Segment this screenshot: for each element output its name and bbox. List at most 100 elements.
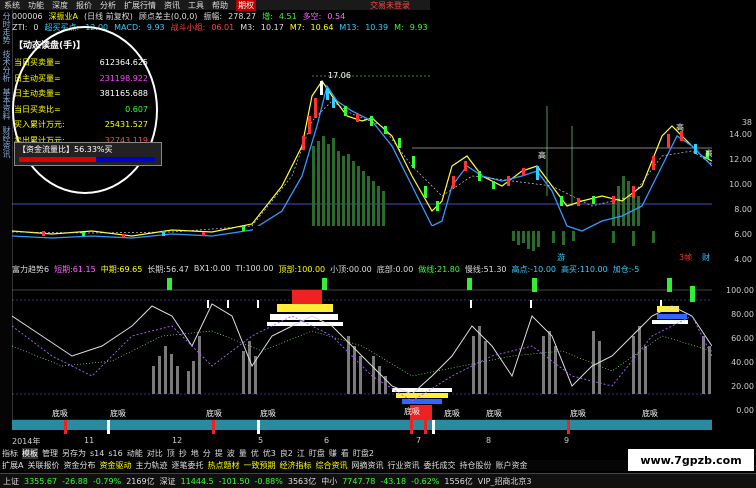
ext-tab[interactable]: 逐笔委托 [171, 460, 203, 471]
ind-value: 100.00 [245, 264, 274, 273]
ext-tab[interactable]: 热点题材 [207, 460, 239, 471]
ext-tab[interactable]: 主力轨迹 [135, 460, 167, 471]
toolbar-item[interactable]: 地 [191, 448, 199, 459]
ext-tab[interactable]: 资金分布 [63, 460, 95, 471]
ind-label: 做线: [418, 265, 437, 274]
ext-tab[interactable]: 综合资讯 [315, 460, 347, 471]
toolbar-item[interactable]: 对比 [147, 448, 163, 459]
ext-tab[interactable]: 持仓股份 [459, 460, 491, 471]
stock-code: 000006 [12, 12, 43, 21]
toolbar-item[interactable]: 提 [215, 448, 223, 459]
menu-item-help[interactable]: 帮助 [212, 0, 228, 11]
ind-histogram [152, 326, 711, 394]
ext-tab[interactable]: 资金驱动 [99, 460, 131, 471]
sidebar-tab-technical[interactable]: 技术分析 [1, 50, 11, 82]
high-price-label: 17.06 [328, 71, 351, 80]
high-marker-label: 高 [676, 122, 684, 132]
toolbar-item[interactable]: 盯盘 [309, 448, 325, 459]
ind-tick: 40.00 [731, 358, 754, 367]
menu-item-options[interactable]: 期权 [236, 0, 256, 11]
sidebar-tab-timeshare[interactable]: 分时走势 [1, 12, 11, 44]
toolbar-item[interactable]: 赚 [329, 448, 337, 459]
toolbar-item[interactable]: 波 [227, 448, 235, 459]
menu-bar: 系统 功能 深度 报价 分析 扩展行情 资讯 工具 帮助 期权 [0, 0, 434, 11]
sz-index-amount: 3563亿 [287, 476, 317, 486]
buy-signal-label: 底吸 [52, 408, 68, 418]
sh-index-pct: -0.79% [92, 476, 122, 486]
bottom-tag-right2: 财 [702, 252, 710, 262]
panel-row-label: 日主动卖量= [14, 89, 61, 99]
ext-tab[interactable]: 一致预期 [243, 460, 275, 471]
ext-tab[interactable]: 委托成交 [423, 460, 455, 471]
menu-item-analysis[interactable]: 分析 [100, 0, 116, 11]
menu-item-system[interactable]: 系统 [4, 0, 20, 11]
ind-value: 69.65 [119, 265, 143, 274]
buy-signal-label: 底吸 [206, 408, 222, 418]
toolbar-item[interactable]: s14 [90, 449, 104, 458]
ext-tab[interactable]: 网摘资讯 [351, 460, 383, 471]
toolbar-item[interactable]: 指标 [2, 448, 18, 459]
sidebar-tab-finance-news[interactable]: 财经资讯 [1, 126, 11, 158]
indicator-name[interactable]: 顾点差主(0,0,0) [139, 11, 198, 22]
toolbar-item[interactable]: 动能 [127, 448, 143, 459]
menu-item-tools[interactable]: 工具 [188, 0, 204, 11]
price-tick: 6.00 [734, 230, 752, 239]
menu-item-extended[interactable]: 扩展行情 [124, 0, 156, 11]
toolbar-item[interactable]: 分 [203, 448, 211, 459]
capital-flow-bar: 【资金流量比】56.33%买 [14, 142, 162, 166]
ext-tab[interactable]: 行业资讯 [387, 460, 419, 471]
ind-tick: 0.00 [736, 406, 754, 415]
sz-index-label[interactable]: 深证 [160, 476, 176, 487]
toolbar-item[interactable]: 管理 [42, 448, 58, 459]
price-axis: 38 14.00 12.00 10.00 8.00 6.00 4.00 [712, 110, 756, 270]
price-tick: 8.00 [734, 205, 752, 214]
vip-account[interactable]: VIP_招商北京3 [478, 476, 532, 487]
trade-login-link[interactable]: 交易未登录 [370, 0, 410, 11]
toolbar-item[interactable]: s16 [108, 449, 122, 458]
menu-item-function[interactable]: 功能 [28, 0, 44, 11]
menu-item-quotes[interactable]: 报价 [76, 0, 92, 11]
sh-index-label[interactable]: 上证 [3, 476, 19, 487]
toolbar-item[interactable]: 量 [239, 448, 247, 459]
price-axis-label: 38 [741, 118, 752, 127]
ind-value: 00.00 [348, 265, 372, 274]
ext-tab[interactable]: 扩展A [2, 460, 23, 471]
ext-tab[interactable]: 账户资金 [495, 460, 527, 471]
menu-item-news[interactable]: 资讯 [164, 0, 180, 11]
toolbar-item[interactable]: 盯盘2 [353, 448, 374, 459]
toolbar-item-template[interactable]: 模板 [22, 448, 38, 459]
zx-index-value: 7747.78 [342, 476, 376, 486]
period-label[interactable]: (日线 前复权) [84, 11, 133, 22]
ind-value: -10.00 [530, 265, 556, 274]
ind-label: 中期: [100, 265, 120, 274]
toolbar-item[interactable]: 良2 [280, 448, 293, 459]
ind-tick: 20.00 [731, 382, 754, 391]
flow-label: 【资金流量比】 [18, 145, 74, 154]
bottom-tag-left: 游 [557, 252, 565, 262]
price-tick: 4.00 [734, 255, 752, 264]
price-tick: 10.00 [729, 180, 752, 189]
indicator-title[interactable]: 富力趋势6 [12, 264, 49, 275]
date-label: 12 [172, 436, 183, 445]
indicator-chart[interactable]: 底吸 底吸 底吸 底吸 底吸 底吸 底吸 底吸 底吸 [12, 276, 712, 434]
toolbar-item[interactable]: 江 [297, 448, 305, 459]
zx-index-label[interactable]: 中小 [321, 476, 337, 487]
toolbar-item[interactable]: 另存为 [62, 448, 86, 459]
buy-signal-label: 底吸 [110, 408, 126, 418]
date-label: 5 [258, 436, 264, 445]
ext-tab[interactable]: 经济指标 [279, 460, 311, 471]
toolbar-item[interactable]: 优3 [263, 448, 276, 459]
indicator-header: 富力趋势6 短期:61.15 中期:69.65 长期:56.47 BX1:0.0… [12, 264, 752, 275]
sidebar-tab-fundamentals[interactable]: 基本资料 [1, 88, 11, 120]
ext-tab[interactable]: 关联报价 [27, 460, 59, 471]
toolbar-item[interactable]: 抄 [179, 448, 187, 459]
menu-item-depth[interactable]: 深度 [52, 0, 68, 11]
date-label: 8 [486, 436, 492, 445]
toolbar-item[interactable]: 看 [341, 448, 349, 459]
bottom-strip [12, 420, 712, 430]
toolbar-item[interactable]: 优 [251, 448, 259, 459]
toolbar-item[interactable]: 顶 [167, 448, 175, 459]
ind-label: 高点: [511, 265, 531, 274]
ind-label: 短期: [54, 265, 73, 274]
buy-signal-label: 底吸 [444, 408, 460, 418]
